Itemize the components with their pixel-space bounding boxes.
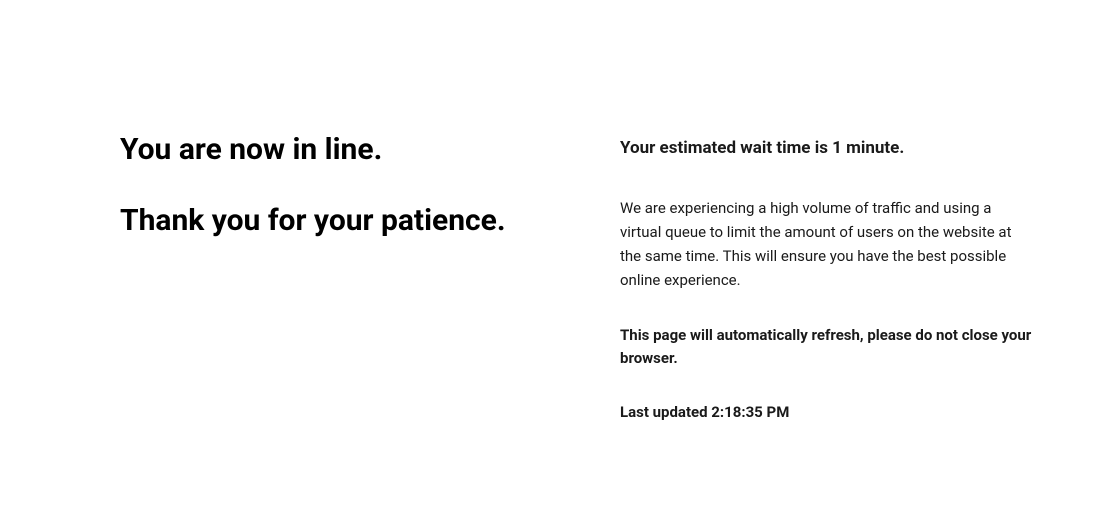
wait-time-heading: Your estimated wait time is 1 minute.	[620, 138, 1036, 158]
queue-headline-1: You are now in line.	[120, 130, 520, 169]
queue-page: You are now in line. Thank you for your …	[0, 0, 1116, 421]
last-updated-text: Last updated 2:18:35 PM	[620, 403, 1036, 421]
right-column: Your estimated wait time is 1 minute. We…	[620, 130, 1036, 421]
refresh-warning-text: This page will automatically refresh, pl…	[620, 324, 1036, 371]
queue-explanation-text: We are experiencing a high volume of tra…	[620, 196, 1036, 292]
queue-headline-2: Thank you for your patience.	[120, 201, 520, 240]
left-column: You are now in line. Thank you for your …	[120, 130, 520, 421]
